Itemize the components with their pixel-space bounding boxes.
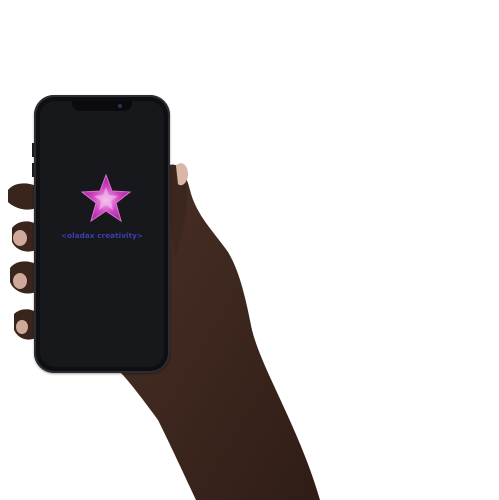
camera-notch xyxy=(72,101,132,111)
smartphone: <oladax creativity> xyxy=(32,95,170,373)
volume-up-button xyxy=(32,143,34,157)
front-camera-icon xyxy=(118,104,122,108)
product-mockup-scene: <oladax creativity> xyxy=(0,0,499,500)
star-icon xyxy=(80,173,132,223)
phone-screen: <oladax creativity> xyxy=(40,101,164,367)
volume-down-button xyxy=(32,163,34,177)
brand-wordmark: <oladax creativity> xyxy=(60,231,144,240)
